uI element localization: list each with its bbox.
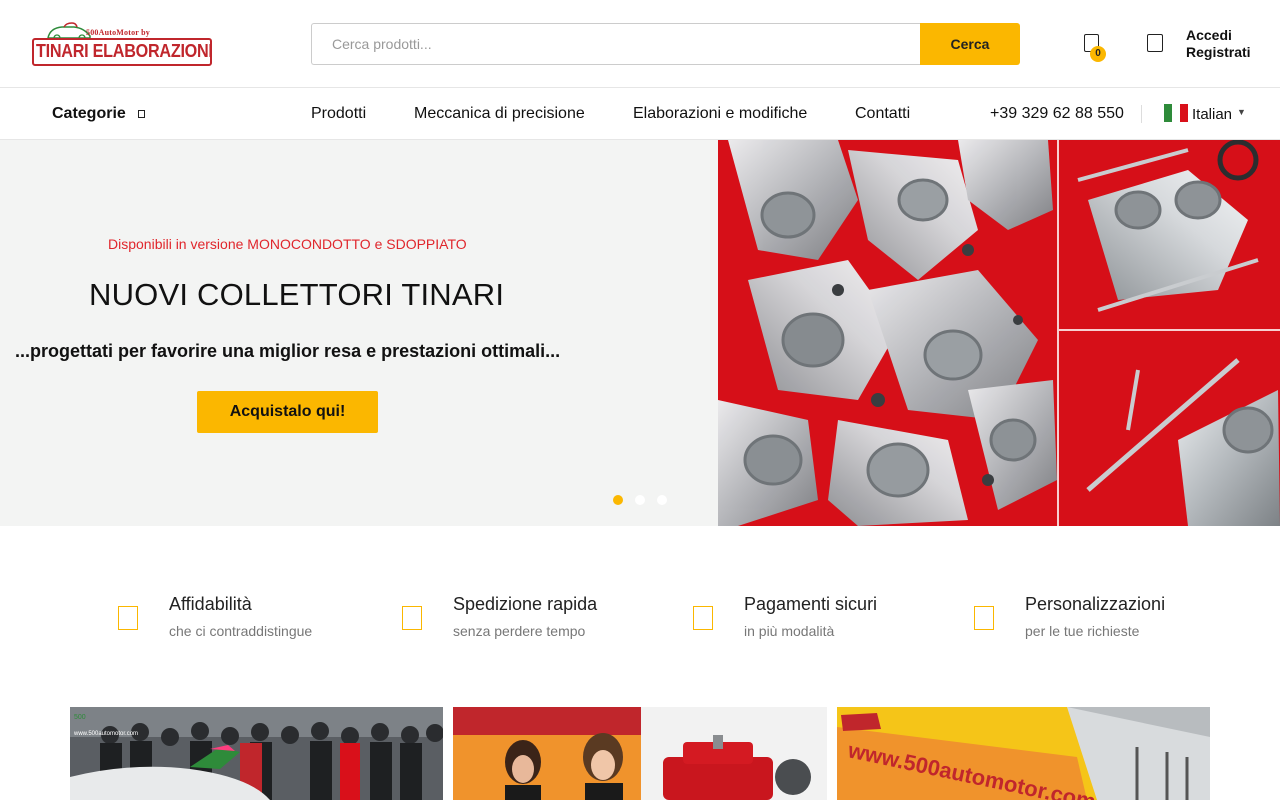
hero-subtitle: ...progettati per favorire una miglior r… — [15, 341, 561, 361]
search-input[interactable] — [311, 23, 921, 65]
reliability-icon — [118, 606, 138, 630]
event-crowd-image: 500 www.500automotor.com — [70, 707, 443, 800]
intake-manifolds-image — [718, 140, 1280, 526]
cart-button[interactable]: 0 — [1084, 34, 1110, 64]
logo-tagline: 500AutoMotor by — [86, 28, 150, 37]
language-selector[interactable]: Italian — [1192, 106, 1232, 123]
phone-number[interactable]: +39 329 62 88 550 — [990, 105, 1124, 123]
site-header: 500AutoMotor by TINARI ELABORAZIONI Cerc… — [0, 0, 1280, 88]
hero-cta-button[interactable]: Acquistalo qui! — [197, 391, 378, 433]
feature-subtitle: senza perdere tempo — [453, 623, 586, 639]
hero-text-panel: Disponibili in versione MONOCONDOTTO e S… — [0, 140, 718, 526]
account-links: Accedi Registrati — [1186, 27, 1251, 61]
italy-flag-icon[interactable] — [1164, 104, 1188, 122]
exhibition-stand-image: www.500automotor.com — [837, 707, 1210, 800]
nav-item-elaborazioni[interactable]: Elaborazioni e modifiche — [633, 105, 807, 123]
feature-title: Affidabilità — [169, 594, 252, 614]
feature-subtitle: per le tue richieste — [1025, 623, 1140, 639]
hero-title: NUOVI COLLETTORI TINARI — [89, 277, 505, 312]
login-link[interactable]: Accedi — [1186, 27, 1251, 44]
search-button[interactable]: Cerca — [920, 23, 1020, 65]
shipping-icon — [402, 606, 422, 630]
nav-item-meccanica[interactable]: Meccanica di precisione — [414, 105, 585, 123]
hero-kicker: Disponibili in versione MONOCONDOTTO e S… — [108, 236, 467, 252]
logo-brand: TINARI ELABORAZIONI — [36, 41, 213, 61]
slider-dot-3[interactable] — [657, 495, 667, 505]
search-bar: Cerca — [311, 23, 1020, 65]
nav-item-contatti[interactable]: Contatti — [855, 105, 910, 123]
payment-icon — [693, 606, 713, 630]
gallery-photo-crowd[interactable]: 500 www.500automotor.com — [70, 707, 443, 800]
categories-icon[interactable] — [138, 110, 145, 118]
categories-menu[interactable]: Categorie — [52, 105, 126, 123]
hero-slider: Disponibili in versione MONOCONDOTTO e S… — [0, 140, 1280, 526]
gallery-photo-stand[interactable]: www.500automotor.com — [837, 707, 1210, 800]
models-and-engine-image — [453, 707, 827, 800]
customization-icon — [974, 606, 994, 630]
hero-product-photo — [718, 140, 1280, 526]
site-logo[interactable]: 500AutoMotor by TINARI ELABORAZIONI — [32, 20, 213, 68]
feature-title: Spedizione rapida — [453, 594, 598, 614]
nav-item-prodotti[interactable]: Prodotti — [311, 105, 366, 123]
photo-watermark-logo: 500 — [74, 714, 86, 721]
feature-subtitle: in più modalità — [744, 623, 835, 639]
register-link[interactable]: Registrati — [1186, 44, 1251, 61]
gallery-photo-models[interactable] — [453, 707, 827, 800]
cart-count-badge: 0 — [1090, 46, 1106, 62]
main-nav: Categorie Prodotti Meccanica di precisio… — [0, 88, 1280, 140]
user-icon[interactable] — [1147, 34, 1163, 52]
slider-dot-2[interactable] — [635, 495, 645, 505]
chevron-down-icon[interactable]: ▼ — [1237, 107, 1246, 117]
photo-caption: www.500automotor.com — [73, 731, 138, 737]
nav-divider — [1141, 105, 1142, 123]
feature-title: Personalizzazioni — [1025, 594, 1166, 614]
feature-title: Pagamenti sicuri — [744, 594, 878, 614]
slider-dot-1[interactable] — [613, 495, 623, 505]
feature-subtitle: che ci contraddistingue — [169, 623, 313, 639]
